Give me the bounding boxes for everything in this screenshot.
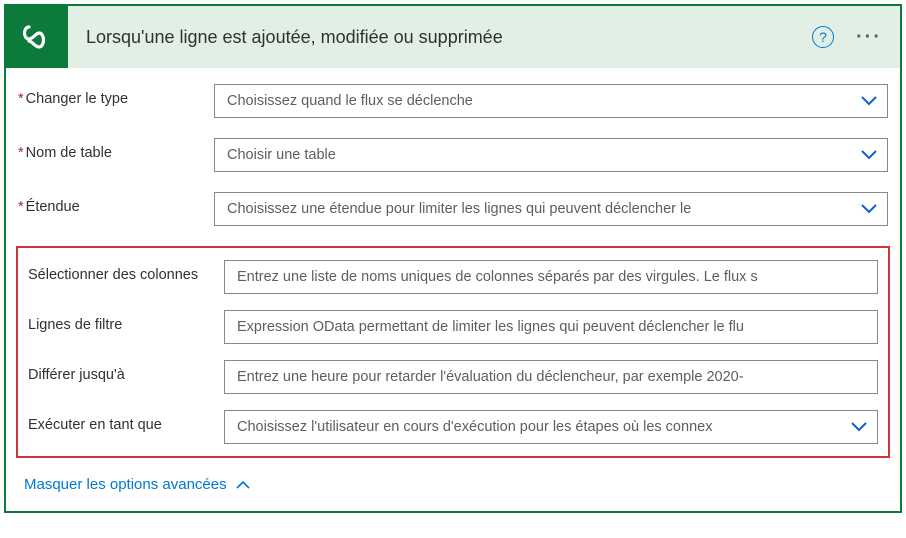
more-icon[interactable]: ··· — [850, 22, 888, 53]
row-run-as: Exécuter en tant que — [28, 410, 878, 444]
input-change-type[interactable] — [214, 84, 888, 118]
label-change-type: Changer le type — [18, 84, 214, 110]
row-filter-rows: Lignes de filtre — [28, 310, 878, 344]
input-table-name[interactable] — [214, 138, 888, 172]
trigger-card: Lorsqu'une ligne est ajoutée, modifiée o… — [4, 4, 902, 513]
card-body: Changer le type Nom de table Étendue — [6, 68, 900, 511]
row-scope: Étendue — [18, 192, 888, 226]
card-header: Lorsqu'une ligne est ajoutée, modifiée o… — [6, 6, 900, 68]
row-delay-until: Différer jusqu'à — [28, 360, 878, 394]
input-filter-rows[interactable] — [224, 310, 878, 344]
card-title: Lorsqu'une ligne est ajoutée, modifiée o… — [68, 27, 812, 48]
row-table-name: Nom de table — [18, 138, 888, 172]
row-select-columns: Sélectionner des colonnes — [28, 260, 878, 294]
input-delay-until[interactable] — [224, 360, 878, 394]
chevron-up-icon — [235, 480, 251, 490]
label-select-columns: Sélectionner des colonnes — [28, 260, 224, 286]
label-delay-until: Différer jusqu'à — [28, 360, 224, 386]
toggle-label: Masquer les options avancées — [24, 476, 227, 493]
row-change-type: Changer le type — [18, 84, 888, 118]
label-table-name: Nom de table — [18, 138, 214, 164]
advanced-options-group: Sélectionner des colonnes Lignes de filt… — [16, 246, 890, 458]
input-run-as[interactable] — [224, 410, 878, 444]
label-run-as: Exécuter en tant que — [28, 410, 224, 436]
dataverse-icon — [6, 6, 68, 68]
input-select-columns[interactable] — [224, 260, 878, 294]
label-filter-rows: Lignes de filtre — [28, 310, 224, 336]
label-scope: Étendue — [18, 192, 214, 218]
input-scope[interactable] — [214, 192, 888, 226]
help-icon[interactable]: ? — [812, 26, 834, 48]
toggle-advanced-options[interactable]: Masquer les options avancées — [18, 476, 251, 493]
